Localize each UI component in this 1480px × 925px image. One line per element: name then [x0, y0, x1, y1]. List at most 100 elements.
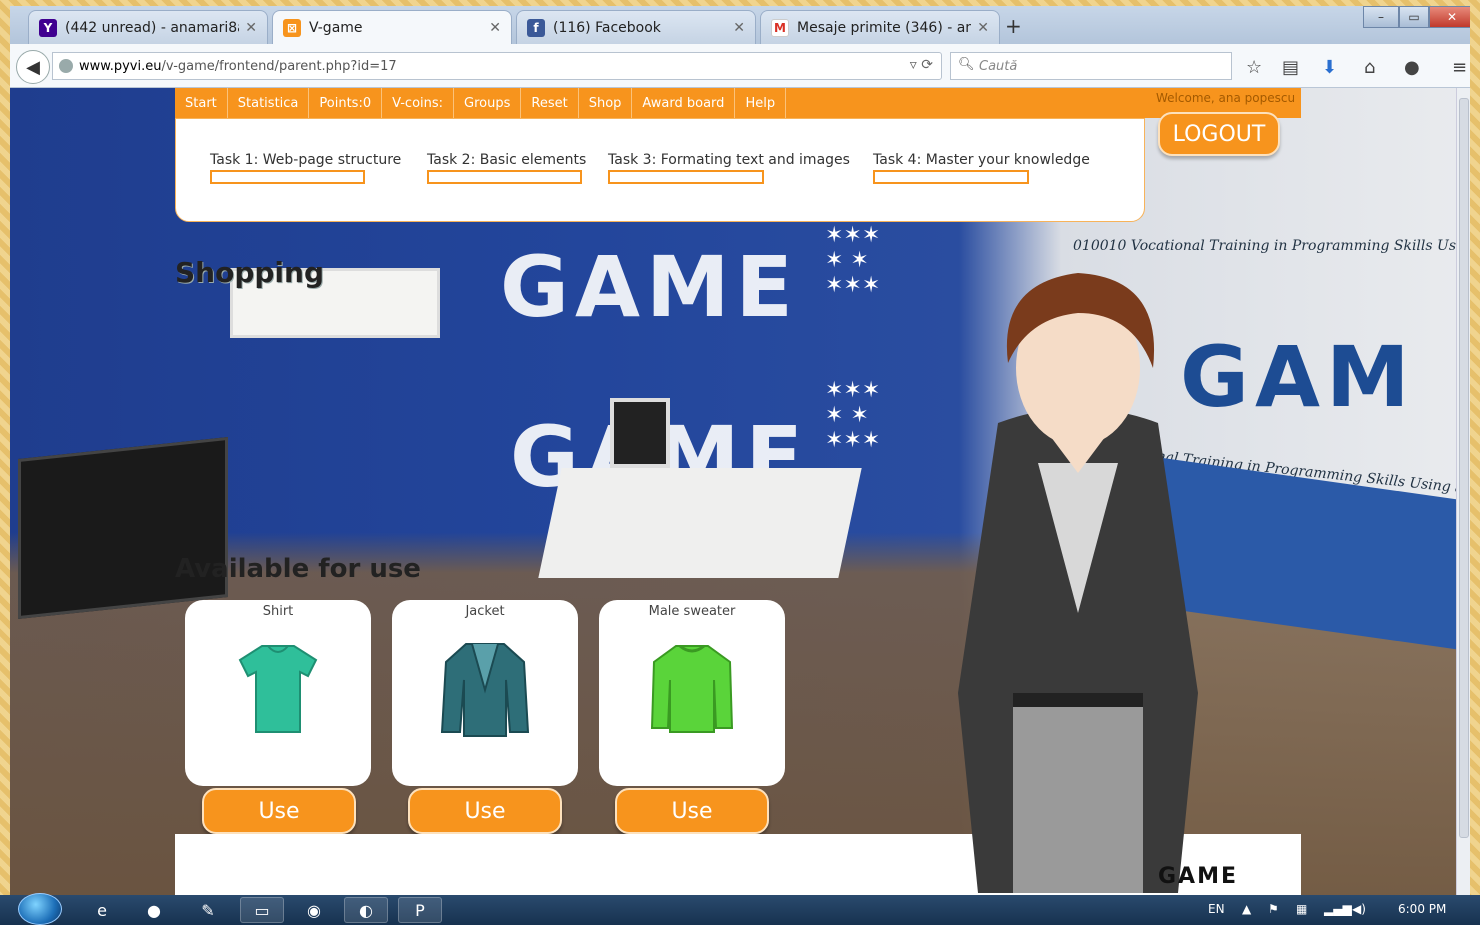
menu-item-award-board[interactable]: Award board	[632, 88, 736, 118]
firefox-icon[interactable]: ◐	[344, 897, 388, 923]
facebook-icon: f	[527, 18, 545, 37]
download-icon[interactable]: ⬇	[1322, 57, 1337, 78]
shopping-heading: Shopping	[175, 256, 324, 289]
task-1[interactable]: Task 1: Web-page structure	[210, 152, 401, 184]
task-progress-bar	[873, 170, 1029, 184]
tray-arrow-icon[interactable]: ▲	[1242, 902, 1251, 916]
scrollbar-thumb[interactable]	[1459, 98, 1469, 838]
available-heading: Available for use	[175, 554, 421, 584]
gmail-icon: M	[771, 18, 789, 37]
tab-title: V-game	[309, 19, 363, 36]
url-domain: www.pyvi.eu	[79, 58, 162, 74]
wall-game-text: GAME	[500, 238, 799, 336]
main-menu: Start Statistica Points:0 V-coins: Group…	[175, 88, 1301, 118]
menu-item-shop[interactable]: Shop	[579, 88, 633, 118]
avatar-character	[958, 273, 1198, 893]
tab-title: (116) Facebook	[553, 19, 661, 36]
bookmark-star-icon[interactable]: ☆	[1246, 57, 1262, 78]
start-button[interactable]	[18, 893, 62, 925]
task-label: Task 1: Web-page structure	[210, 152, 402, 168]
page-scrollbar[interactable]	[1456, 88, 1470, 896]
maximize-button[interactable]: ▭	[1399, 6, 1429, 28]
jacket-icon	[440, 643, 530, 737]
back-button[interactable]: ◀	[16, 50, 50, 84]
language-indicator[interactable]: EN	[1208, 902, 1225, 916]
eu-stars-icon: ✶✶✶ ✶ ✶ ✶✶✶	[825, 378, 881, 453]
item-card-jacket[interactable]: Jacket	[392, 600, 578, 786]
menu-item-vcoins[interactable]: V-coins:	[382, 88, 455, 118]
close-tab-icon[interactable]: ✕	[245, 20, 257, 36]
chrome-icon[interactable]: ◉	[292, 897, 336, 923]
url-path: /v-game/frontend/parent.php?id=17	[161, 58, 397, 74]
use-button-sweater[interactable]: Use	[615, 788, 769, 834]
use-button-shirt[interactable]: Use	[202, 788, 356, 834]
task-2[interactable]: Task 2: Basic elements	[427, 152, 586, 184]
task-3[interactable]: Task 3: Formating text and images	[608, 152, 850, 184]
item-name: Jacket	[465, 604, 505, 619]
powerpoint-icon[interactable]: P	[398, 897, 442, 923]
welcome-text: Welcome, ana popescu	[1156, 91, 1296, 105]
clock[interactable]: 6:00 PM	[1398, 902, 1446, 916]
signal-icon[interactable]: ▂▄▆	[1324, 902, 1352, 916]
close-tab-icon[interactable]: ✕	[977, 20, 989, 36]
menu-item-points[interactable]: Points:0	[309, 88, 383, 118]
close-tab-icon[interactable]: ✕	[733, 20, 745, 36]
url-bar[interactable]: www.pyvi.eu/v-game/frontend/parent.php?i…	[52, 52, 942, 80]
search-icon: 🔍︎	[958, 57, 975, 72]
app-icon[interactable]: ✎	[186, 897, 230, 923]
app-icon[interactable]: ●	[132, 897, 176, 923]
sweater-icon	[650, 644, 734, 733]
chat-icon[interactable]: ●	[1404, 57, 1420, 78]
windows-taskbar: e ● ✎ ▭ ◉ ◐ P EN ▲ ⚑ ▦ ▂▄▆ ◀) 6:00 PM	[0, 893, 1480, 925]
task-label: Task 3: Formating text and images	[608, 152, 850, 168]
item-card-sweater[interactable]: Male sweater	[599, 600, 785, 786]
task-progress-bar	[608, 170, 764, 184]
reload-icon[interactable]: ▿ ⟳	[910, 57, 933, 73]
browser-window: Y (442 unread) - anamari8a - ... ✕ ⊠ V-g…	[10, 6, 1470, 896]
menu-item-help[interactable]: Help	[735, 88, 787, 118]
tab-gmail[interactable]: M Mesaje primite (346) - ana... ✕	[760, 10, 1000, 44]
menu-item-start[interactable]: Start	[175, 88, 228, 118]
item-card-shirt[interactable]: Shirt	[185, 600, 371, 786]
eu-stars-icon: ✶✶✶ ✶ ✶ ✶✶✶	[825, 223, 881, 298]
arrow-left-icon: ◀	[26, 56, 40, 78]
task-label: Task 4: Master your knowledge	[873, 152, 1090, 168]
task-progress-bar	[427, 170, 582, 184]
task-label: Task 2: Basic elements	[427, 152, 587, 168]
tab-title: (442 unread) - anamari8a - ...	[65, 19, 240, 36]
menu-item-groups[interactable]: Groups	[454, 88, 522, 118]
logout-button[interactable]: LOGOUT	[1158, 112, 1280, 156]
tab-strip: Y (442 unread) - anamari8a - ... ✕ ⊠ V-g…	[10, 6, 1470, 44]
internet-explorer-icon[interactable]: e	[80, 897, 124, 923]
page-content: GAME GAME ✶✶✶✶ ✶✶✶✶ ✶✶✶✶ ✶✶✶✶ 010010 Voc…	[10, 88, 1470, 896]
slogan-top: 010010 Vocational Training in Programmin…	[1073, 238, 1470, 254]
menu-item-statistica[interactable]: Statistica	[228, 88, 310, 118]
tasks-panel: Task 1: Web-page structure Task 2: Basic…	[175, 118, 1145, 222]
search-input[interactable]: 🔍︎ Caută	[950, 52, 1232, 80]
task-progress-bar	[210, 170, 365, 184]
tab-title: Mesaje primite (346) - ana...	[797, 19, 972, 36]
yahoo-icon: Y	[39, 18, 57, 37]
tab-vgame[interactable]: ⊠ V-game ✕	[272, 10, 512, 44]
minimize-button[interactable]: –	[1363, 6, 1399, 28]
tv-screen	[18, 436, 228, 620]
tshirt-icon	[238, 645, 318, 733]
vgame-icon: ⊠	[283, 18, 301, 37]
reading-list-icon[interactable]: ▤	[1282, 57, 1299, 78]
close-tab-icon[interactable]: ✕	[489, 20, 501, 36]
use-button-jacket[interactable]: Use	[408, 788, 562, 834]
tab-yahoo-mail[interactable]: Y (442 unread) - anamari8a - ... ✕	[28, 10, 268, 44]
volume-icon[interactable]: ◀)	[1352, 902, 1366, 916]
menu-item-reset[interactable]: Reset	[521, 88, 579, 118]
close-window-button[interactable]: ✕	[1429, 6, 1470, 28]
menu-icon[interactable]: ≡	[1452, 57, 1467, 78]
home-icon[interactable]: ⌂	[1364, 57, 1375, 78]
new-tab-button[interactable]: +	[1005, 14, 1022, 38]
task-4[interactable]: Task 4: Master your knowledge	[873, 152, 1090, 184]
tab-facebook[interactable]: f (116) Facebook ✕	[516, 10, 756, 44]
network-icon[interactable]: ▦	[1296, 902, 1307, 916]
item-name: Shirt	[262, 604, 294, 619]
flag-icon[interactable]: ⚑	[1268, 902, 1279, 916]
file-explorer-icon[interactable]: ▭	[240, 897, 284, 923]
item-name: Male sweater	[648, 604, 736, 619]
